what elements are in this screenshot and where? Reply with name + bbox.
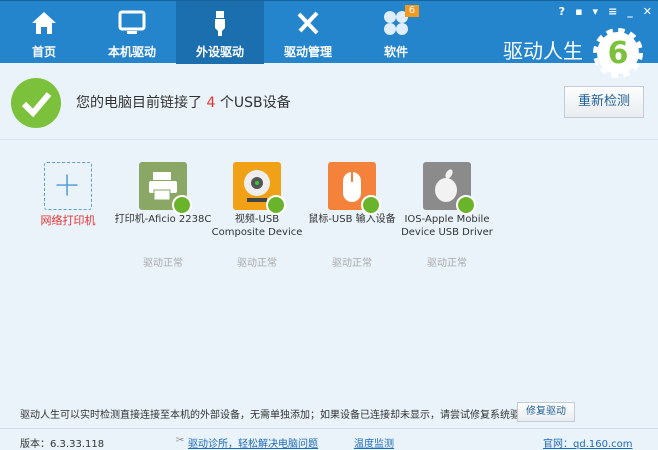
tab-peripheral-drivers[interactable]: 外设驱动 [176, 1, 264, 64]
mouse-icon [328, 162, 381, 215]
tab-label: 本机驱动 [107, 45, 156, 59]
check-badge-icon [172, 195, 192, 215]
device-name: 打印机-Aficio 2238C [114, 214, 212, 225]
version-label: 版本：6.3.33.118 [20, 439, 105, 450]
add-printer-label: 网络打印机 [40, 214, 96, 227]
temperature-link[interactable]: 温度监测 [354, 435, 394, 450]
ok-check-icon [11, 78, 61, 128]
skin-icon[interactable]: ▾ [593, 5, 599, 18]
device-name: 鼠标-USB 输入设备 [308, 214, 396, 225]
usb-icon [215, 11, 225, 36]
device-name: IOS-Apple Mobile Device USB Driver [401, 214, 493, 238]
device-status: 驱动正常 [237, 258, 277, 269]
device-item[interactable]: 鼠标-USB 输入设备 驱动正常 [302, 162, 402, 269]
tab-driver-management[interactable]: 驱动管理 [264, 1, 352, 64]
tab-label: 软件 [383, 45, 408, 59]
device-item[interactable]: IOS-Apple Mobile Device USB Driver 驱动正常 [397, 162, 497, 269]
home-icon [32, 12, 56, 34]
apple-icon [423, 162, 476, 215]
top-nav: 首页 本机驱动 外设驱动 驱动管理 6 软件 ? ▪ ▾ ≡ _ ✕ 驱动人生 … [0, 0, 658, 78]
device-status: 驱动正常 [332, 258, 372, 269]
software-badge: 6 [405, 5, 419, 17]
usb-count-message: 您的电脑目前链接了 4 个USB设备 [76, 95, 291, 111]
add-network-printer[interactable]: 网络打印机 [18, 162, 118, 227]
rescan-button[interactable]: 重新检测 [564, 86, 644, 118]
check-badge-icon [456, 195, 476, 215]
tools-icon [297, 11, 319, 35]
tab-software[interactable]: 6 软件 [352, 1, 440, 64]
website-link[interactable]: 官网：qd.160.com [543, 435, 633, 450]
tab-home[interactable]: 首页 [0, 1, 88, 64]
device-name: 视频-USB Composite Device [211, 214, 303, 238]
footer: 版本：6.3.33.118 ✂ 驱动诊所，轻松解决电脑问题 温度监测 官网：qd… [0, 428, 658, 450]
minimize-button[interactable]: _ [627, 5, 633, 18]
tab-label: 驱动管理 [283, 45, 332, 59]
close-button[interactable]: ✕ [643, 5, 652, 18]
check-badge-icon [361, 195, 381, 215]
status-section: 您的电脑目前链接了 4 个USB设备 重新检测 [0, 64, 658, 140]
tab-local-drivers[interactable]: 本机驱动 [88, 1, 176, 64]
hint-text: 驱动人生可以实时检测直接连接至本机的外部设备，无需单独添加；如果设备已连接却未显… [20, 410, 534, 421]
device-status: 驱动正常 [143, 258, 183, 269]
help-icon[interactable]: ? [559, 5, 565, 18]
feedback-icon[interactable]: ▪ [575, 5, 582, 18]
brand-name: 驱动人生 [503, 39, 583, 63]
repair-drivers-button[interactable]: 修复驱动 [517, 402, 575, 422]
device-item[interactable]: 视频-USB Composite Device 驱动正常 [207, 162, 307, 269]
tab-label: 首页 [31, 45, 56, 59]
device-status: 驱动正常 [427, 258, 467, 269]
printer-icon [139, 162, 192, 215]
diagnose-link[interactable]: 驱动诊所，轻松解决电脑问题 [188, 435, 318, 450]
check-badge-icon [266, 195, 286, 215]
webcam-icon [233, 162, 286, 215]
window-controls: ? ▪ ▾ ≡ _ ✕ [559, 5, 652, 18]
menu-icon[interactable]: ≡ [608, 5, 617, 18]
monitor-icon [118, 10, 146, 34]
device-item[interactable]: 打印机-Aficio 2238C 驱动正常 [113, 162, 213, 269]
plus-icon [44, 162, 92, 210]
wrench-icon: ✂ [176, 435, 185, 446]
tab-label: 外设驱动 [195, 45, 244, 59]
